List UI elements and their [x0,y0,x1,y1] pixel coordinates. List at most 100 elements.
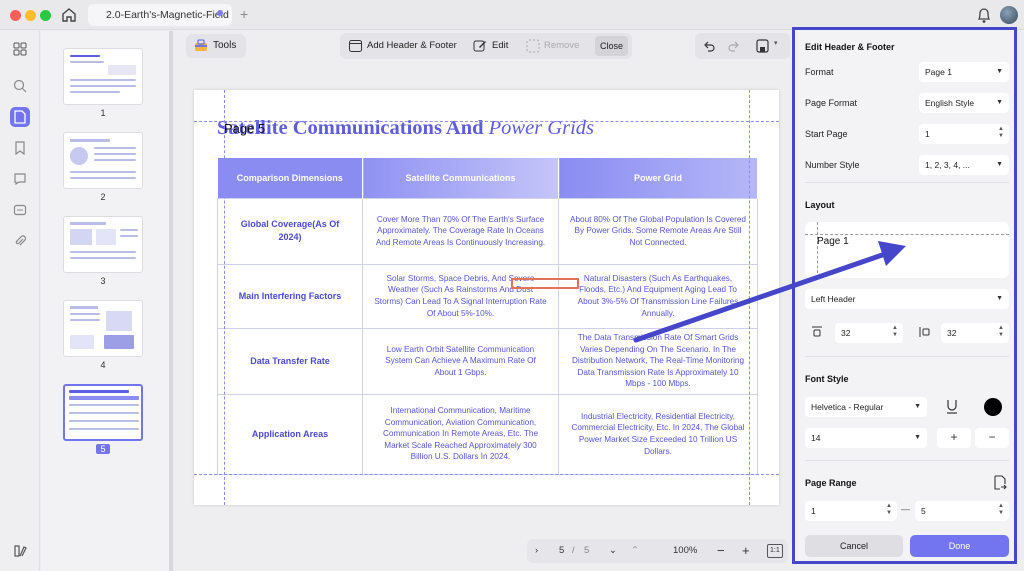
home-icon[interactable] [60,6,78,24]
save-icon[interactable] [756,39,769,53]
start-page-stepper[interactable]: 1 ▲ ▼ [919,124,1009,144]
table-cell: Main Interfering Factors [217,263,363,329]
document-page: Satellite Communications And Power Grids… [194,90,779,505]
form-icon[interactable] [10,200,30,220]
bookmark-icon[interactable] [10,138,30,158]
table-row: Data Transfer Rate Low Earth Orbit Satel… [217,327,758,395]
font-color-swatch[interactable] [984,398,1002,416]
page-format-select[interactable]: English Style ▼ [919,93,1009,113]
chevron-down-icon: ▼ [996,161,1003,168]
search-icon[interactable] [10,76,30,96]
table-cell: International Communication, Maritime Co… [362,393,559,475]
unsaved-dot-icon [217,10,223,16]
pages-icon[interactable] [10,107,30,127]
thumbnail-scrollbar[interactable] [169,31,173,571]
table-cell: Industrial Electricity, Residential Elec… [558,393,758,475]
number-style-select[interactable]: 1, 2, 3, 4, ... ▼ [919,155,1009,175]
table-cell: Data Transfer Rate [217,327,363,395]
footer-margin-guide [194,474,779,475]
save-chevron-down-icon[interactable]: ▾ [774,39,778,47]
tab-title: 2.0-Earth's-Magnetic-Field [106,9,229,21]
collapse-arrow-icon[interactable]: › [535,539,538,563]
layers-icon[interactable] [10,541,30,561]
table-cell: The Data Transmission Rate Of Smart Grid… [558,327,758,395]
next-page-icon[interactable]: ⌄ [609,539,617,563]
page-thumbnail-5[interactable] [63,384,143,441]
edit-icon [473,40,486,52]
new-tab-button[interactable]: + [240,6,248,22]
close-window-button[interactable] [10,10,21,21]
column-header: Satellite Communications [362,158,559,198]
range-dash: — [901,504,910,514]
tools-button[interactable]: Tools [186,34,246,58]
font-family-select[interactable]: Helvetica - Regular ▼ [805,397,927,417]
range-from-stepper[interactable]: 1 ▲ ▼ [805,501,897,521]
page-thumbnail-3[interactable] [63,216,143,273]
layout-preview-text: Page 1 [817,236,849,247]
comparison-table: Comparison Dimensions Satellite Communic… [217,158,758,475]
page-format-label: Page Format [805,98,858,108]
remove-button[interactable]: Remove [544,33,579,59]
column-header: Power Grid [558,158,758,198]
stepper-arrows-icon[interactable]: ▲ ▼ [886,503,892,517]
add-header-footer-button[interactable]: Add Header & Footer [367,33,457,59]
stepper-arrows-icon[interactable]: ▲ ▼ [892,325,898,339]
page-number-5: 5 [96,444,110,454]
zoom-out-icon[interactable]: − [717,539,725,563]
table-row: Main Interfering Factors Solar Storms, S… [217,263,758,329]
zoom-level[interactable]: 100% [673,539,697,563]
top-margin-stepper[interactable]: 32 ▲ ▼ [835,323,903,343]
cancel-button[interactable]: Cancel [805,535,903,557]
toolbox-icon [195,39,207,51]
page-thumbnail-1[interactable] [63,48,143,105]
thumbnails-icon[interactable] [10,39,30,59]
table-cell: Cover More Than 70% Of The Earth's Surfa… [362,197,559,265]
stepper-arrows-icon[interactable]: ▲ ▼ [998,325,1004,339]
decrease-font-button[interactable]: − [975,428,1009,448]
current-page-input[interactable]: 5 [559,539,564,563]
remove-icon [526,39,540,53]
title-bar: 2.0-Earth's-Magnetic-Field + [0,0,1024,30]
layout-preview[interactable]: Page 1 [805,222,1009,278]
page-range-section-title: Page Range [805,478,857,488]
increase-font-button[interactable]: + [937,428,971,448]
header-position-select[interactable]: Left Header ▼ [805,289,1009,309]
side-margin-stepper[interactable]: 32 ▲ ▼ [941,323,1009,343]
page-range-settings-icon[interactable] [993,475,1007,491]
close-button[interactable]: Close [595,36,628,56]
actual-size-icon[interactable]: 1:1 [767,544,783,558]
prev-page-icon[interactable]: ⌃ [631,539,639,563]
avatar[interactable] [1000,6,1018,24]
header-preview-text[interactable]: Page 5 [224,121,265,136]
document-tab[interactable]: 2.0-Earth's-Magnetic-Field [88,4,232,26]
minimize-window-button[interactable] [25,10,36,21]
bell-icon[interactable] [976,6,992,24]
divider [805,356,1009,357]
zoom-window-button[interactable] [40,10,51,21]
stepper-arrows-icon[interactable]: ▲ ▼ [998,126,1004,140]
zoom-in-icon[interactable]: + [742,539,750,563]
page-thumbnail-2[interactable] [63,132,143,189]
attachment-icon[interactable] [10,231,30,251]
edit-button[interactable]: Edit [492,33,508,59]
redo-icon[interactable] [728,40,740,52]
range-to-stepper[interactable]: 5 ▲ ▼ [915,501,1009,521]
done-button[interactable]: Done [910,535,1009,557]
left-margin-guide [224,90,225,505]
tools-label: Tools [213,40,237,51]
format-select[interactable]: Page 1 ▼ [919,62,1009,82]
side-margin-icon [919,327,930,337]
comment-icon[interactable] [10,169,30,189]
thumbnail-panel: 1 2 3 4 5 [41,31,171,571]
right-margin-guide [749,90,750,505]
page-thumbnail-4[interactable] [63,300,143,357]
edit-header-footer-panel: Edit Header & Footer Format Page 1 ▼ Page… [792,27,1017,564]
table-cell: Low Earth Orbit Satellite Communication … [362,327,559,395]
stepper-arrows-icon[interactable]: ▲ ▼ [998,503,1004,517]
table-cell: Natural Disasters (Such As Earthquakes, … [558,263,758,329]
table-row: Application Areas International Communic… [217,393,758,475]
underline-icon[interactable] [945,399,959,415]
font-size-select[interactable]: 14 ▼ [805,428,927,448]
page-number-4: 4 [100,360,106,370]
undo-icon[interactable] [703,40,715,52]
